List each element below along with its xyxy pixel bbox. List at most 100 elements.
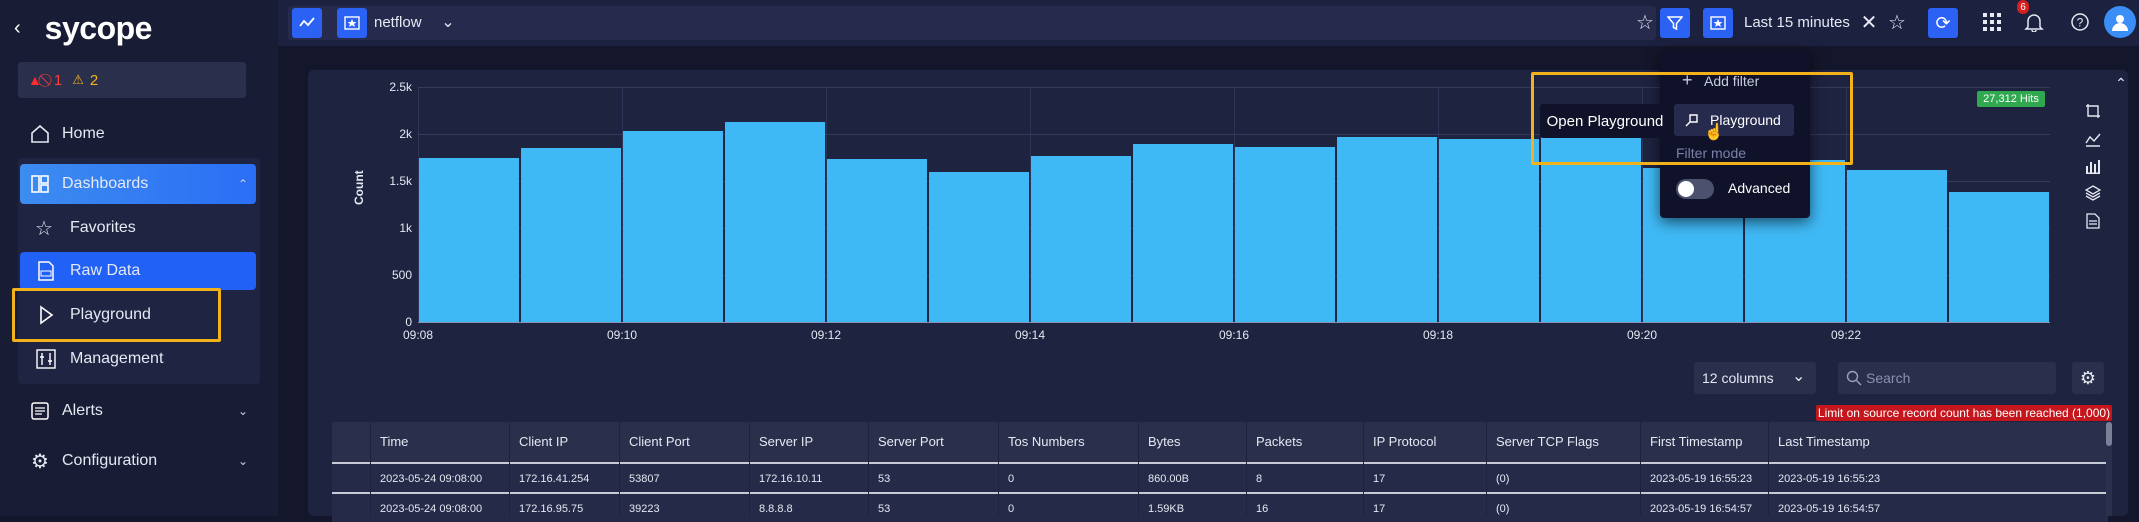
sparkline-button[interactable] [292, 8, 322, 38]
collapse-sidebar-icon[interactable]: ‹ [14, 17, 21, 40]
cell-server-ip: 8.8.8.8 [759, 503, 793, 515]
column-header-packets[interactable]: Packets [1256, 434, 1302, 449]
sidebar-item-favorites[interactable]: ☆ Favorites [0, 212, 278, 244]
sidebar-item-management[interactable]: Management [0, 342, 278, 376]
sidebar-item-label: Raw Data [70, 262, 141, 279]
x-tick-label: 09:12 [810, 328, 842, 342]
cell-time: 2023-05-24 09:08:00 [380, 503, 483, 515]
alert-triangle-icon: ▲ [28, 72, 42, 88]
limit-warning: Limit on source record count has been re… [1816, 405, 2112, 421]
cursor-icon: ☝ [1704, 124, 1724, 141]
column-header-server-port[interactable]: Server Port [878, 434, 944, 449]
column-separator [998, 422, 999, 516]
star-icon[interactable]: ☆ [1634, 10, 1656, 34]
bar-chart-icon[interactable] [2082, 155, 2104, 177]
column-header-last-timestamp[interactable]: Last Timestamp [1778, 434, 1870, 449]
column-header-first-timestamp[interactable]: First Timestamp [1650, 434, 1742, 449]
histogram-bar[interactable] [1847, 169, 1947, 322]
star-icon[interactable]: ☆ [1886, 10, 1908, 34]
cell-first-timestamp: 2023-05-19 16:55:23 [1650, 473, 1753, 485]
raw-data-icon [34, 259, 58, 283]
apps-grid-icon[interactable] [1980, 10, 2004, 34]
chevron-up-icon: ⌃ [237, 177, 248, 191]
home-icon [28, 122, 52, 146]
time-range-button[interactable] [1703, 8, 1733, 38]
column-header-client-port[interactable]: Client Port [629, 434, 690, 449]
chevron-down-icon: ⌄ [1792, 368, 1806, 385]
histogram-bar[interactable] [419, 158, 519, 322]
sidebar-item-configuration[interactable]: ⚙ Configuration ⌄ [0, 444, 278, 478]
cell-first-timestamp: 2023-05-19 16:54:57 [1650, 503, 1753, 515]
close-icon[interactable]: ✕ [1858, 10, 1880, 34]
histogram-bar[interactable] [623, 131, 723, 322]
column-header-tos-numbers[interactable]: Tos Numbers [1008, 434, 1085, 449]
histogram-bar[interactable] [1439, 138, 1539, 322]
column-header-ip-protocol[interactable]: IP Protocol [1373, 434, 1436, 449]
add-filter-button[interactable]: Add filter [1704, 73, 1759, 89]
cell-bytes: 860.00B [1148, 473, 1189, 485]
layers-icon[interactable] [2082, 182, 2104, 204]
sidebar-item-home[interactable]: Home [0, 118, 278, 150]
column-separator [1138, 422, 1139, 516]
y-tick-label: 500 [391, 268, 412, 282]
histogram-bar[interactable] [1949, 192, 2049, 322]
collapse-panel-icon[interactable]: ⌃ [2112, 74, 2130, 92]
time-range-label[interactable]: Last 15 minutes [1744, 14, 1850, 31]
column-header-client-ip[interactable]: Client IP [519, 434, 568, 449]
bell-icon[interactable] [2022, 10, 2046, 34]
cell-ip-protocol: 17 [1373, 503, 1386, 515]
search-icon [1844, 368, 1864, 388]
logo-text: sycope [44, 9, 153, 46]
histogram-bar[interactable] [725, 121, 825, 322]
line-chart-icon[interactable] [2082, 128, 2104, 150]
cell-ip-protocol: 17 [1373, 473, 1386, 485]
refresh-button[interactable]: ⟳ [1928, 8, 1958, 38]
column-header-server-ip[interactable]: Server IP [759, 434, 813, 449]
dashboard-type-button[interactable] [337, 8, 367, 38]
columns-select-value: 12 columns [1702, 370, 1774, 386]
y-axis-label: Count [352, 170, 366, 205]
table-settings-button[interactable]: ⚙ [2072, 362, 2104, 394]
document-icon[interactable] [2082, 210, 2104, 232]
x-tick-label: 09:08 [402, 328, 434, 342]
x-tick-label: 09:18 [1422, 328, 1454, 342]
sidebar-item-raw-data[interactable]: Raw Data [0, 254, 278, 288]
column-header-server-tcp-flags[interactable]: Server TCP Flags [1496, 434, 1599, 449]
management-icon [34, 347, 58, 371]
sidebar-item-dashboards[interactable]: Dashboards ⌃ [0, 166, 278, 202]
column-header-bytes[interactable]: Bytes [1148, 434, 1181, 449]
alert-summary[interactable]: ▲ ⃠ 1 ⚠ 2 [18, 62, 246, 98]
raw-data-table: Time Client IP Client Port Server IP Ser… [332, 422, 2108, 522]
column-separator [619, 422, 620, 516]
chevron-down-icon: ⌄ [237, 404, 248, 418]
sidebar-item-alerts[interactable]: Alerts ⌄ [0, 394, 278, 428]
dashboard-name[interactable]: netflow [374, 14, 422, 31]
sidebar-item-playground[interactable]: Playground [0, 298, 278, 332]
histogram-bar[interactable] [1031, 155, 1131, 322]
table-scrollbar-thumb[interactable] [2106, 422, 2112, 446]
histogram-bar[interactable] [1235, 147, 1335, 322]
cell-tos-numbers: 0 [1008, 473, 1015, 485]
histogram-bar[interactable] [929, 171, 1029, 322]
x-tick-label: 09:20 [1626, 328, 1658, 342]
histogram-bar[interactable] [521, 148, 621, 322]
cell-last-timestamp: 2023-05-19 16:55:23 [1778, 473, 1881, 485]
x-gridline [622, 87, 623, 322]
avatar[interactable] [2104, 6, 2136, 38]
histogram-bar[interactable] [827, 159, 927, 322]
plus-icon: + [1682, 70, 1693, 90]
help-icon[interactable]: ? [2068, 10, 2092, 34]
histogram-bar[interactable] [1133, 144, 1233, 322]
column-separator [1640, 422, 1641, 516]
x-tick-label: 09:16 [1218, 328, 1250, 342]
cell-server-tcp-flags: (0) [1496, 503, 1510, 515]
x-gridline [1234, 87, 1235, 322]
x-tick-label: 09:10 [606, 328, 638, 342]
column-header-time[interactable]: Time [380, 434, 408, 449]
play-icon [34, 303, 58, 327]
crop-icon[interactable] [2082, 100, 2104, 122]
chevron-down-icon[interactable]: ⌄ [440, 12, 456, 32]
histogram-bar[interactable] [1337, 136, 1437, 322]
filter-button[interactable] [1660, 8, 1690, 38]
cell-client-port: 39223 [629, 503, 660, 515]
